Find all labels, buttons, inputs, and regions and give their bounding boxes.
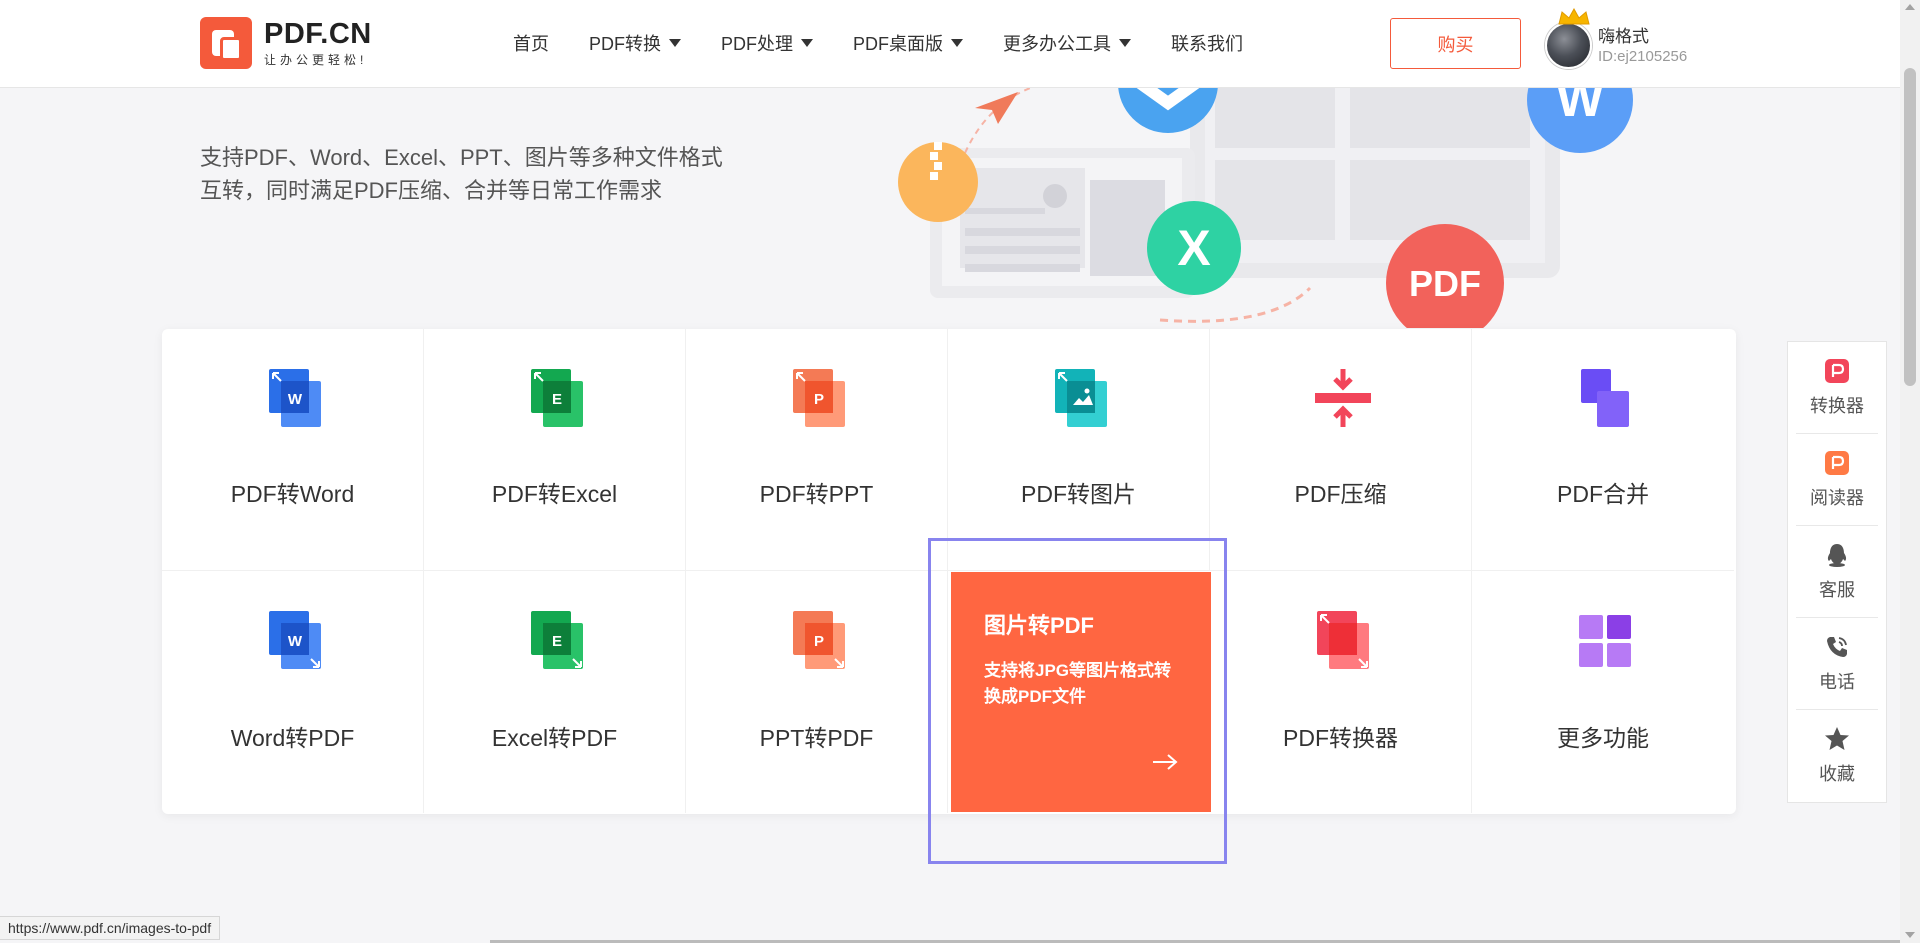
merge-icon <box>1581 369 1629 427</box>
svg-text:P: P <box>814 633 824 650</box>
caret-down-icon <box>801 39 813 47</box>
reader-app-icon <box>1825 450 1849 475</box>
caret-down-icon <box>951 39 963 47</box>
hero-line-2: 互转，同时满足PDF压缩、合并等日常工作需求 <box>200 178 663 203</box>
ppt-icon: P <box>793 369 845 427</box>
hero-line-1: 支持PDF、Word、Excel、PPT、图片等多种文件格式 <box>200 145 723 170</box>
browser-status-url: https://www.pdf.cn/images-to-pdf <box>0 916 221 940</box>
top-header: PDF.CN 让办公更轻松! 首页 PDF转换 PDF处理 PDF桌面版 更多办… <box>0 0 1900 88</box>
nav-contact[interactable]: 联系我们 <box>1171 30 1243 56</box>
logo-title: PDF.CN <box>264 17 372 50</box>
phone-icon <box>1827 636 1847 657</box>
tool-label: PDF转换器 <box>1283 725 1398 751</box>
svg-text:W: W <box>288 633 303 650</box>
tool-label: PDF转图片 <box>1021 481 1136 507</box>
excel-bubble-letter: X <box>1177 220 1210 276</box>
tool-excel-to-pdf[interactable]: E Excel转PDF <box>424 571 686 813</box>
converter-icon <box>1317 611 1369 669</box>
sidebar-converter[interactable]: 转换器 <box>1796 342 1878 434</box>
floating-sidebar: 转换器 阅读器 客服 电话 收藏 <box>1787 341 1887 803</box>
tool-label: PDF合并 <box>1557 481 1649 507</box>
sidebar-reader[interactable]: 阅读器 <box>1796 434 1878 526</box>
tool-label: PDF压缩 <box>1294 481 1387 507</box>
tool-pdf-converter[interactable]: PDF转换器 <box>1210 571 1472 813</box>
excel-icon: E <box>531 369 583 427</box>
star-icon <box>1825 727 1849 750</box>
nav-pdf-convert[interactable]: PDF转换 <box>589 30 681 56</box>
tool-label: PDF转Word <box>230 481 355 507</box>
vertical-scrollbar[interactable] <box>1900 0 1920 943</box>
excel-icon: E <box>531 611 583 669</box>
pdf-bubble-letter: PDF <box>1409 263 1481 304</box>
tool-label: Word转PDF <box>230 725 355 751</box>
tool-pdf-compress[interactable]: PDF压缩 <box>1210 329 1472 571</box>
tool-image-to-pdf-hover-card[interactable]: 图片转PDF 支持将JPG等图片格式转换成PDF文件 <box>951 572 1211 812</box>
tool-ppt-to-pdf[interactable]: P PPT转PDF <box>686 571 948 813</box>
sidebar-favorite[interactable]: 收藏 <box>1796 710 1878 802</box>
buy-button[interactable]: 购买 <box>1390 18 1521 69</box>
main-nav: 首页 PDF转换 PDF处理 PDF桌面版 更多办公工具 联系我们 <box>513 30 1283 56</box>
crown-icon <box>1558 8 1590 25</box>
tool-more-features[interactable]: 更多功能 <box>1472 571 1734 813</box>
scroll-down-arrow-icon[interactable] <box>1905 932 1915 938</box>
tool-pdf-to-word[interactable]: W PDF转Word <box>162 329 424 571</box>
word-bubble-letter: W <box>1556 88 1604 127</box>
user-profile[interactable]: 嗨格式 ID:ej2105256 <box>1545 8 1775 78</box>
word-icon: W <box>269 369 321 427</box>
user-name: 嗨格式 <box>1598 27 1649 46</box>
site-logo[interactable]: PDF.CN 让办公更轻松! <box>200 17 372 69</box>
sidebar-phone[interactable]: 电话 <box>1796 618 1878 710</box>
svg-text:E: E <box>552 391 562 408</box>
nav-more-tools[interactable]: 更多办公工具 <box>1003 30 1131 56</box>
image-icon <box>1055 369 1107 427</box>
sidebar-customer-service[interactable]: 客服 <box>1796 526 1878 618</box>
ppt-icon: P <box>793 611 845 669</box>
svg-text:W: W <box>288 391 303 408</box>
user-id: ID:ej2105256 <box>1598 48 1688 65</box>
tool-label: PDF转PPT <box>759 481 874 507</box>
feature-description: 支持将JPG等图片格式转换成PDF文件 <box>984 661 1172 706</box>
tool-label: Excel转PDF <box>491 725 618 751</box>
scroll-thumb[interactable] <box>1904 68 1916 386</box>
grid-icon <box>1579 615 1631 667</box>
svg-text:P: P <box>814 391 824 408</box>
tool-label: 更多功能 <box>1557 725 1649 751</box>
feature-title: 图片转PDF <box>984 613 1095 638</box>
scroll-up-arrow-icon[interactable] <box>1905 4 1915 10</box>
tool-label: PDF转Excel <box>491 481 618 507</box>
svg-text:E: E <box>552 633 562 650</box>
avatar[interactable] <box>1545 22 1592 69</box>
tool-pdf-to-excel[interactable]: E PDF转Excel <box>424 329 686 571</box>
tool-word-to-pdf[interactable]: W Word转PDF <box>162 571 424 813</box>
hero-illustration: X W PDF <box>898 88 1633 328</box>
logo-icon <box>200 17 252 69</box>
caret-down-icon <box>669 39 681 47</box>
tools-grid: W PDF转Word E PDF转Excel P PDF转PPT PDF转图片 … <box>162 329 1736 814</box>
logo-slogan: 让办公更轻松! <box>264 52 368 67</box>
nav-pdf-process[interactable]: PDF处理 <box>721 30 813 56</box>
converter-app-icon <box>1825 358 1849 383</box>
hero-description: 支持PDF、Word、Excel、PPT、图片等多种文件格式 互转，同时满足PD… <box>200 141 760 207</box>
arrow-right-icon[interactable] <box>1151 752 1179 772</box>
nav-home[interactable]: 首页 <box>513 30 549 56</box>
tool-label: PPT转PDF <box>759 725 874 751</box>
word-icon: W <box>269 611 321 669</box>
caret-down-icon <box>1119 39 1131 47</box>
tool-pdf-to-ppt[interactable]: P PDF转PPT <box>686 329 948 571</box>
tool-pdf-to-image[interactable]: PDF转图片 <box>948 329 1210 571</box>
nav-pdf-desktop[interactable]: PDF桌面版 <box>853 30 963 56</box>
tool-pdf-merge[interactable]: PDF合并 <box>1472 329 1734 571</box>
qq-icon <box>1827 543 1847 567</box>
compress-icon <box>1315 369 1371 427</box>
